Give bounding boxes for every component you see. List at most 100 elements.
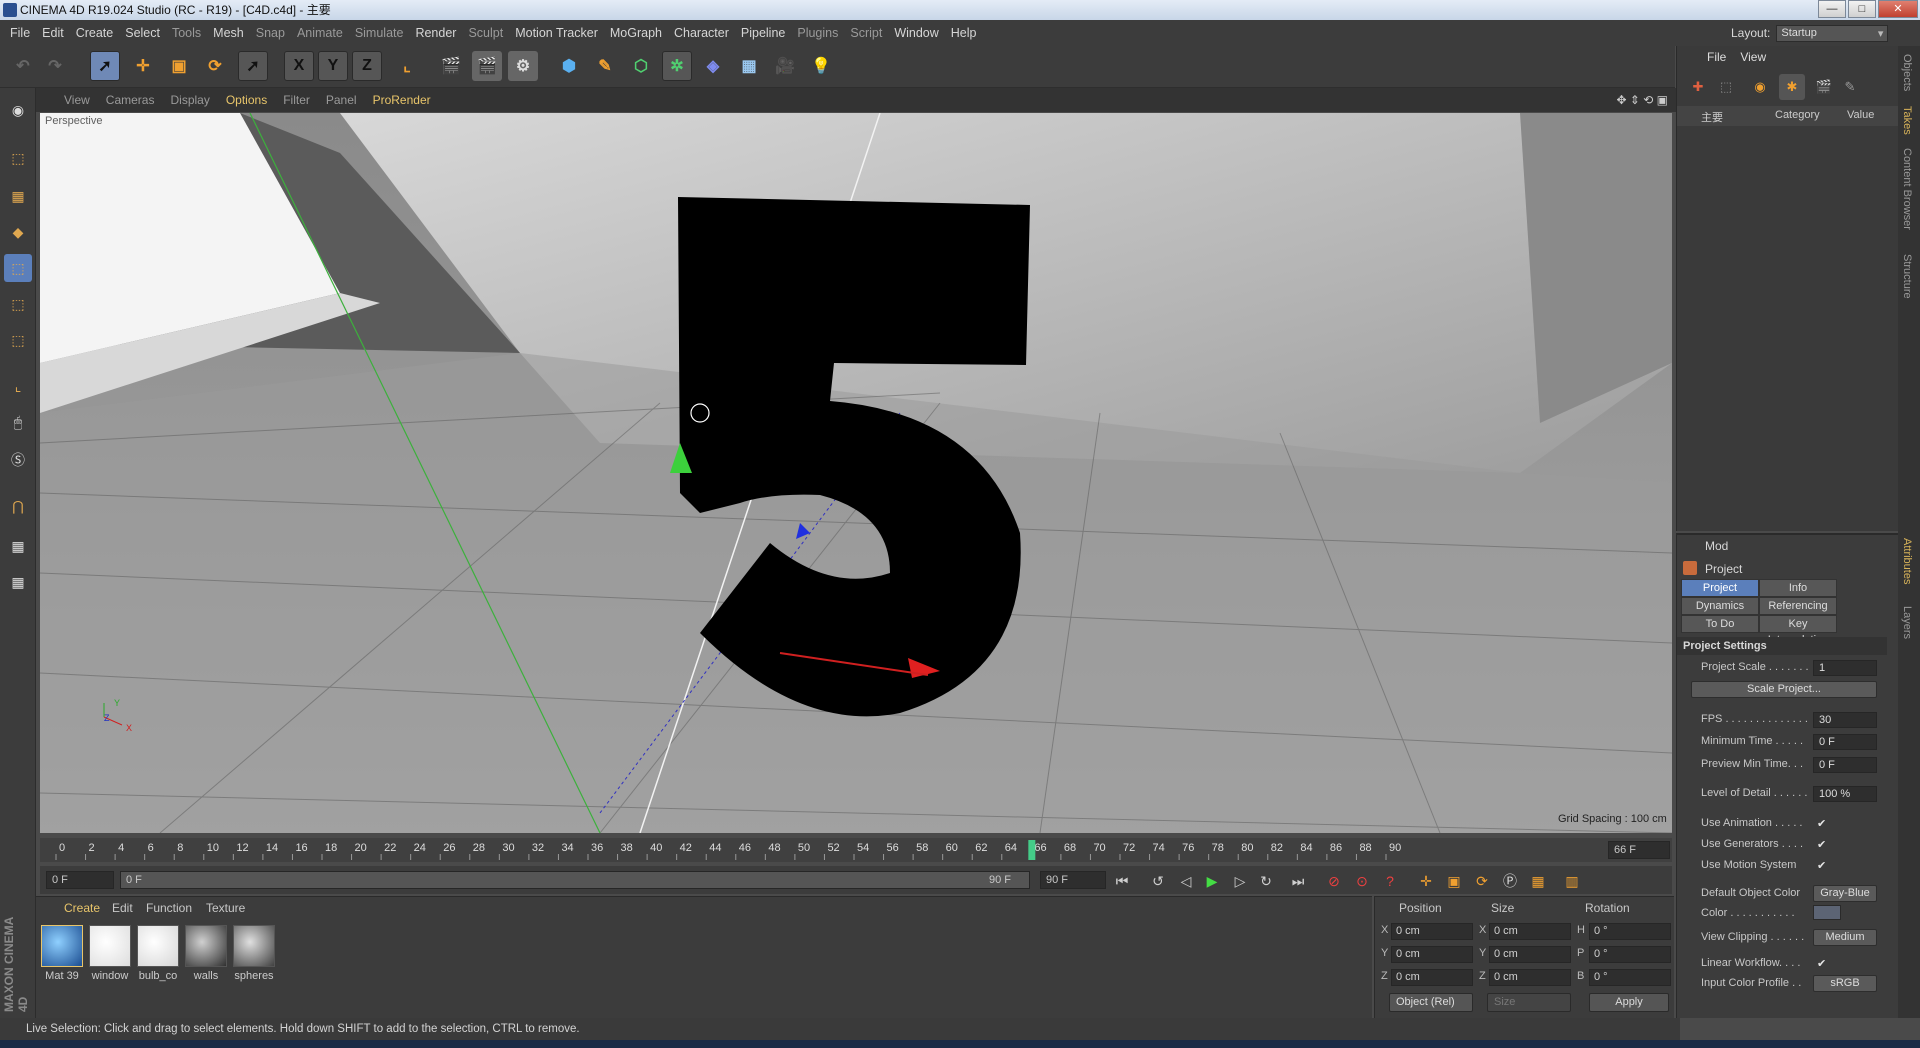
viewport-nav-icons[interactable]: ✥ ⇕ ⟲ ▣ [1616,93,1668,107]
end-frame-field[interactable]: 90 F [1040,871,1106,889]
make-editable-icon[interactable]: ◉ [4,96,32,124]
record-active-icon[interactable]: ⊘ [1322,870,1346,892]
override-icon[interactable]: ◉ [1747,74,1773,100]
viewport-menu-panel[interactable]: Panel [326,93,357,107]
menu-file[interactable]: File [4,26,36,40]
floor-icon[interactable]: ▦ [734,51,764,81]
viewport-menu-prorender[interactable]: ProRender [373,93,431,107]
scale-icon[interactable]: ▣ [164,51,194,81]
snap-icon[interactable]: ⋂ [4,492,32,520]
timeline[interactable]: 0 2 4 6 8 10 12 14 16 18 20 22 24 26 28 30 32 34 36 38 40 42 4… [40,838,1672,862]
menu-tools[interactable]: Tools [166,26,207,40]
material-item[interactable]: bulb_co [136,925,180,985]
key-position-icon[interactable]: ✛ [1414,870,1438,892]
auto-take-icon[interactable]: ✱ [1779,74,1805,100]
timeline-ruler[interactable]: 0 2 4 6 8 10 12 14 16 18 20 22 24 26 28 30 32 34 36 38 40 42 4… [52,838,1602,862]
recent-tool-icon[interactable]: ➚ [238,51,268,81]
side-tab-takes[interactable]: Takes [1901,106,1913,135]
light-icon[interactable]: 💡 [806,51,836,81]
attr-mode-menu[interactable]: Mod [1705,539,1728,553]
layout-select[interactable]: Startup [1776,24,1889,42]
lock-workplane-icon[interactable]: ▦ [4,532,32,560]
use-animation-checkbox[interactable]: ✔ [1817,817,1826,830]
menu-help[interactable]: Help [945,26,983,40]
auto-key-icon[interactable]: ⊙ [1350,870,1374,892]
use-generators-checkbox[interactable]: ✔ [1817,838,1826,851]
material-tab-edit[interactable]: Edit [112,901,133,915]
range-slider[interactable]: 0 F 90 F [120,871,1030,889]
side-tab-content-browser[interactable]: Content Browser [1901,148,1913,230]
next-frame-icon[interactable]: ▷ [1228,870,1252,892]
tab-dynamics[interactable]: Dynamics [1681,597,1759,615]
menu-motion-tracker[interactable]: Motion Tracker [509,26,604,40]
model-mode-icon[interactable]: ⬚ [4,144,32,172]
menu-snap[interactable]: Snap [250,26,291,40]
input-profile-select[interactable]: sRGB [1813,975,1877,992]
viewport-3d[interactable]: Perspective Grid Spacing : 100 cm Y Z X [40,113,1672,833]
tab-key-interpolation[interactable]: Key Interpolation [1759,615,1837,646]
linear-workflow-checkbox[interactable]: ✔ [1817,957,1826,970]
planar-workplane-icon[interactable]: ▦ [4,568,32,596]
material-item[interactable]: window [88,925,132,985]
material-tab-create[interactable]: Create [64,901,100,915]
project-scale-field[interactable]: 1 [1813,660,1877,676]
fps-field[interactable]: 30 [1813,712,1877,728]
y-axis-button[interactable]: Y [318,51,348,81]
object-menu-file[interactable]: File [1707,50,1726,64]
menu-character[interactable]: Character [668,26,735,40]
color-swatch[interactable] [1813,905,1841,920]
viewport-menu-view[interactable]: View [64,93,90,107]
object-menu-view[interactable]: View [1740,50,1766,64]
key-parameter-icon[interactable]: Ⓟ [1498,870,1522,892]
array-icon[interactable]: ✲ [662,51,692,81]
material-item[interactable]: spheres [232,925,276,985]
position-x-field[interactable]: 0 cm [1391,923,1473,940]
deformer-icon[interactable]: ◈ [698,51,728,81]
menu-script[interactable]: Script [844,26,888,40]
menu-create[interactable]: Create [70,26,120,40]
menu-edit[interactable]: Edit [36,26,70,40]
coordinate-mode-select[interactable]: Object (Rel) [1389,993,1473,1012]
menu-animate[interactable]: Animate [291,26,349,40]
goto-start-icon[interactable]: ⏮ [1110,870,1134,892]
prev-frame-icon[interactable]: ◁ [1174,870,1198,892]
tab-referencing[interactable]: Referencing [1759,597,1837,615]
key-pla-icon[interactable]: ▦ [1526,870,1550,892]
menu-mograph[interactable]: MoGraph [604,26,668,40]
viewport-menu-display[interactable]: Display [170,93,209,107]
pen-icon[interactable]: ✎ [590,51,620,81]
viewport-menu-cameras[interactable]: Cameras [106,93,155,107]
tab-project-settings[interactable]: Project Settings [1681,579,1759,610]
position-y-field[interactable]: 0 cm [1391,946,1473,963]
tweak-mode-icon[interactable]: 🖱 [4,408,32,436]
min-time-field[interactable]: 0 F [1813,734,1877,750]
material-tab-texture[interactable]: Texture [206,901,245,915]
default-color-select[interactable]: Gray-Blue [1813,885,1877,902]
prev-key-icon[interactable]: ↺ [1146,870,1170,892]
play-icon[interactable]: ▶ [1200,870,1224,892]
polygons-mode-icon[interactable]: ⬚ [4,326,32,354]
next-key-icon[interactable]: ↻ [1254,870,1278,892]
keyframe-selection-icon[interactable]: ? [1378,870,1402,892]
points-mode-icon[interactable]: ⬚ [4,254,32,282]
menu-sculpt[interactable]: Sculpt [462,26,509,40]
menu-simulate[interactable]: Simulate [349,26,410,40]
rotation-p-field[interactable]: 0 ° [1589,946,1671,963]
take-clone-icon[interactable]: ⬚ [1713,74,1739,100]
key-rotation-icon[interactable]: ⟳ [1470,870,1494,892]
redo-icon[interactable]: ↷ [40,51,70,81]
subdivision-icon[interactable]: ⬡ [626,51,656,81]
edit-render-settings-icon[interactable]: ⚙ [508,51,538,81]
tab-to-do[interactable]: To Do [1681,615,1759,633]
move-icon[interactable]: ✛ [128,51,158,81]
undo-icon[interactable]: ↶ [8,51,38,81]
texture-mode-icon[interactable]: ▦ [4,182,32,210]
scale-project-button[interactable]: Scale Project... [1691,681,1877,698]
menu-mesh[interactable]: Mesh [207,26,250,40]
viewport-menu-options[interactable]: Options [226,93,267,107]
start-frame-field[interactable]: 0 F [46,871,114,889]
size-mode-select[interactable]: Size [1487,993,1571,1012]
minimize-button[interactable]: — [1818,0,1846,18]
material-item[interactable]: Mat 39 [40,925,84,985]
current-frame-field[interactable]: 66 F [1608,841,1670,859]
